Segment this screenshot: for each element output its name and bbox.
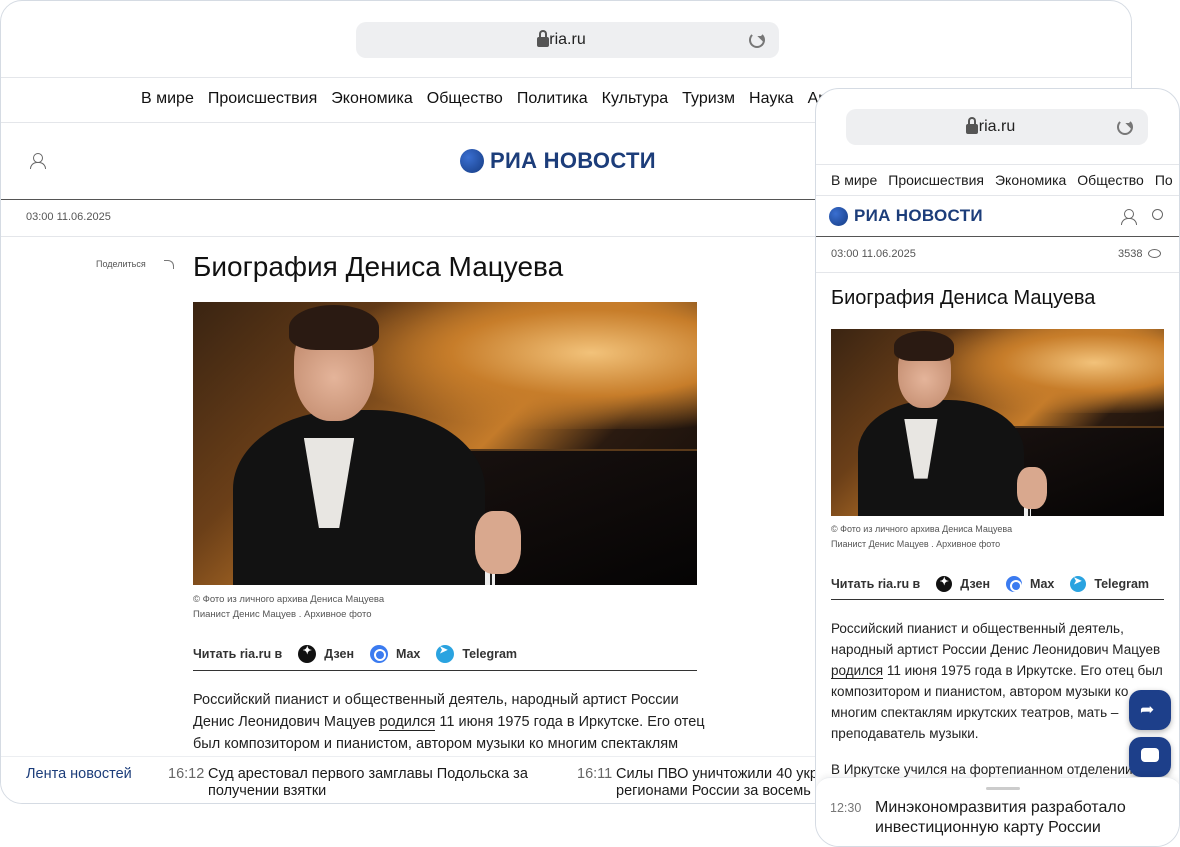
ria-logo[interactable]: РИА НОВОСТИ [829,206,983,226]
max-icon [1006,575,1023,592]
url-text: ria.ru [978,118,1016,135]
nav-item-world[interactable]: В мире [831,172,877,188]
nav-item-politics[interactable]: Политика [517,90,588,107]
article-date: 03:00 11.06.2025 [831,248,916,260]
views-count: 3538 [1118,248,1143,260]
article-title: Биография Дениса Мацуева [193,251,564,282]
article-photo [193,302,697,585]
nav-item-society[interactable]: Общество [1077,172,1144,188]
born-link[interactable]: родился [831,663,884,679]
share-fab-button[interactable]: ➦ [1129,690,1171,730]
nav-item-economy[interactable]: Экономика [331,90,413,107]
comment-icon [1141,748,1159,762]
channel-max[interactable]: Max [370,644,420,663]
logo-text: РИА НОВОСТИ [490,148,656,173]
ticker-headline[interactable]: Минэкономразвития разработало инвестицион… [875,798,1126,838]
nav-item-incidents[interactable]: Происшествия [888,172,984,188]
article-date: 03:00 11.06.2025 [26,211,111,223]
read-in-label: Читать ria.ru в [831,576,921,591]
channel-telegram[interactable]: Telegram [1070,575,1149,592]
channel-max[interactable]: Max [1006,575,1054,592]
photo-caption: Пианист Денис Мацуев . Архивное фото [193,609,372,620]
dzen-icon [298,644,317,663]
dzen-icon [936,575,953,592]
ticker-label[interactable]: Лента новостей [26,766,132,782]
mobile-address-bar[interactable]: ria.ru [846,109,1148,145]
photo-credit: © Фото из личного архива Дениса Мацуева [193,594,385,605]
logo-text: РИА НОВОСТИ [854,206,983,225]
telegram-icon [1070,575,1087,592]
share-arrow-icon: ➦ [1140,700,1155,719]
mobile-browser-window: ria.ru В мире Происшествия Экономика Общест… [815,88,1180,847]
nav-item-science[interactable]: Наука [749,90,794,107]
channel-dzen[interactable]: Дзен [936,575,990,592]
article-photo [831,329,1164,516]
mobile-section-nav: В мире Происшествия Экономика Общество По [831,172,1173,188]
photo-caption: Пианист Денис Мацуев . Архивное фото [831,539,1001,549]
address-bar[interactable]: ria.ru [356,22,779,58]
reload-icon[interactable] [749,32,765,48]
ticker-headline[interactable]: Суд арестовал первого замглавы Подольска… [208,766,528,800]
nav-item-tourism[interactable]: Туризм [682,90,735,107]
nav-item-culture[interactable]: Культура [602,90,669,107]
article-body: Российский пианист и общественный деятел… [831,621,1163,777]
photo-credit: © Фото из личного архива Дениса Мацуева [831,524,1013,534]
read-in-row: Читать ria.ru в Дзен Max Telegram [193,643,697,671]
article-body: Российский пианист и общественный деятел… [193,692,705,752]
article-title: Биография Дениса Мацуева [831,287,1096,309]
nav-item-incidents[interactable]: Происшествия [208,90,317,107]
nav-item-world[interactable]: В мире [141,90,194,107]
ticker-time: 12:30 [830,801,862,815]
user-icon[interactable] [30,153,46,169]
reload-icon[interactable] [1117,119,1133,135]
mobile-news-ticker: 12:30 Минэкономразвития разработало инвес… [816,777,1179,846]
channel-telegram[interactable]: Telegram [436,644,517,663]
nav-item-economy[interactable]: Экономика [995,172,1066,188]
born-link[interactable]: родился [379,714,436,731]
logo-globe-icon [460,149,484,173]
share-label[interactable]: Поделиться [96,259,146,269]
url-text: ria.ru [549,31,586,48]
user-icon[interactable] [1121,209,1137,225]
nav-item-more[interactable]: По [1155,172,1173,188]
logo-globe-icon [829,206,848,226]
drag-handle[interactable] [986,787,1020,790]
read-in-row: Читать ria.ru в Дзен Max Telegram [831,573,1164,600]
ticker-headline[interactable]: Силы ПВО уничтожили 40 укр регионами Росс… [616,766,818,800]
ticker-time: 16:12 [168,766,205,782]
comments-fab-button[interactable] [1129,737,1171,777]
share-icon[interactable] [164,260,174,269]
channel-dzen[interactable]: Дзен [298,644,354,663]
ticker-time: 16:11 [577,766,613,782]
nav-item-society[interactable]: Общество [427,90,503,107]
telegram-icon [436,644,455,663]
max-icon [370,644,389,663]
read-in-label: Читать ria.ru в [193,646,283,661]
section-nav: В мире Происшествия Экономика Общество Полит… [141,90,841,108]
ria-logo[interactable]: РИА НОВОСТИ [460,148,656,174]
search-icon[interactable] [1152,209,1163,220]
eye-icon [1148,249,1161,258]
